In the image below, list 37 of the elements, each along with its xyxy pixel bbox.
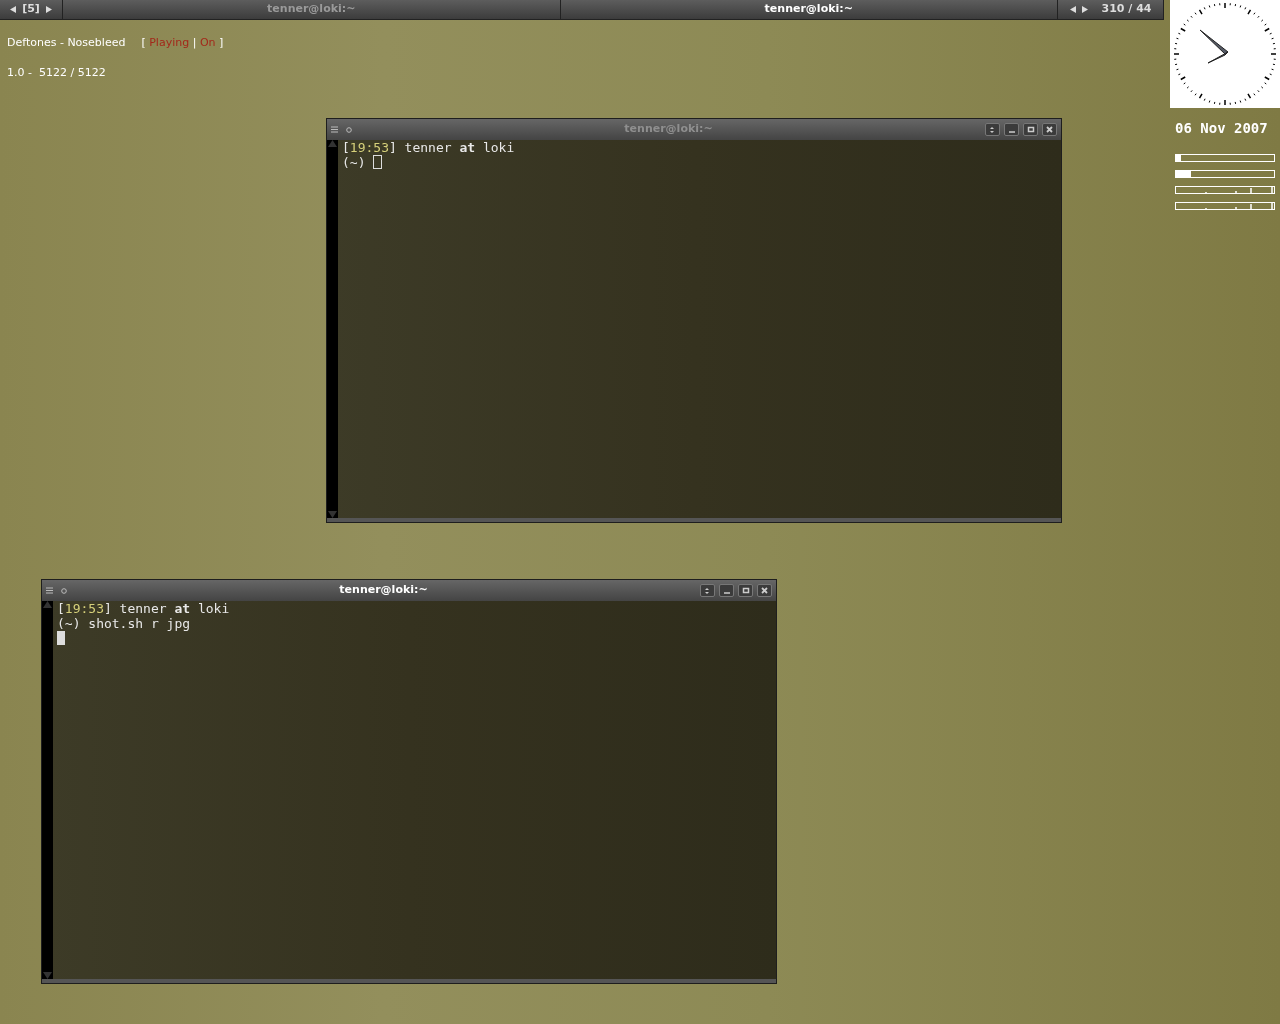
next-icon[interactable]	[1081, 6, 1088, 13]
minimize-button[interactable]	[1004, 123, 1019, 136]
menu-icon[interactable]	[331, 126, 338, 133]
minimize-button[interactable]	[719, 584, 734, 597]
close-button[interactable]	[1042, 123, 1057, 136]
track-position: 1.0 - 5122 / 5122	[7, 64, 107, 81]
window-title: tenner@loki:~	[338, 582, 429, 599]
text-cursor	[57, 631, 65, 645]
up-down-arrows-icon	[703, 586, 712, 595]
previous-icon[interactable]	[1069, 6, 1076, 13]
shade-button[interactable]	[700, 584, 715, 597]
pager-count: 310 / 44	[1101, 1, 1152, 18]
circle-icon[interactable]	[61, 587, 67, 594]
previous-workspace-icon[interactable]	[10, 6, 17, 13]
maximize-button[interactable]	[1023, 123, 1038, 136]
text-cursor	[373, 155, 383, 169]
next-workspace-icon[interactable]	[45, 6, 52, 13]
workspace-indicator: [5]	[22, 1, 40, 18]
up-down-arrows-icon	[988, 125, 997, 134]
terminal-line: [19:53] tenner at loki	[57, 601, 230, 616]
track-title: Deftones - Nosebleed	[7, 35, 126, 51]
close-icon	[1045, 125, 1054, 134]
maximize-button[interactable]	[738, 584, 753, 597]
maximize-icon	[1026, 125, 1035, 134]
terminal-line: (~) shot.sh r jpg	[57, 616, 191, 631]
date-label: 06 Nov 2007	[1175, 119, 1268, 138]
terminal-line: [19:53] tenner at loki	[342, 140, 515, 155]
close-icon	[760, 586, 769, 595]
terminal-line: (~)	[342, 155, 367, 170]
circle-icon[interactable]	[346, 126, 352, 133]
menu-icon[interactable]	[46, 587, 53, 594]
taskbar-item[interactable]: tenner@loki:~	[560, 0, 1058, 19]
maximize-icon	[741, 586, 750, 595]
shade-button[interactable]	[985, 123, 1000, 136]
player-status: [ Playing | On ]	[141, 35, 224, 51]
window-title: tenner@loki:~	[623, 121, 714, 138]
close-button[interactable]	[757, 584, 772, 597]
